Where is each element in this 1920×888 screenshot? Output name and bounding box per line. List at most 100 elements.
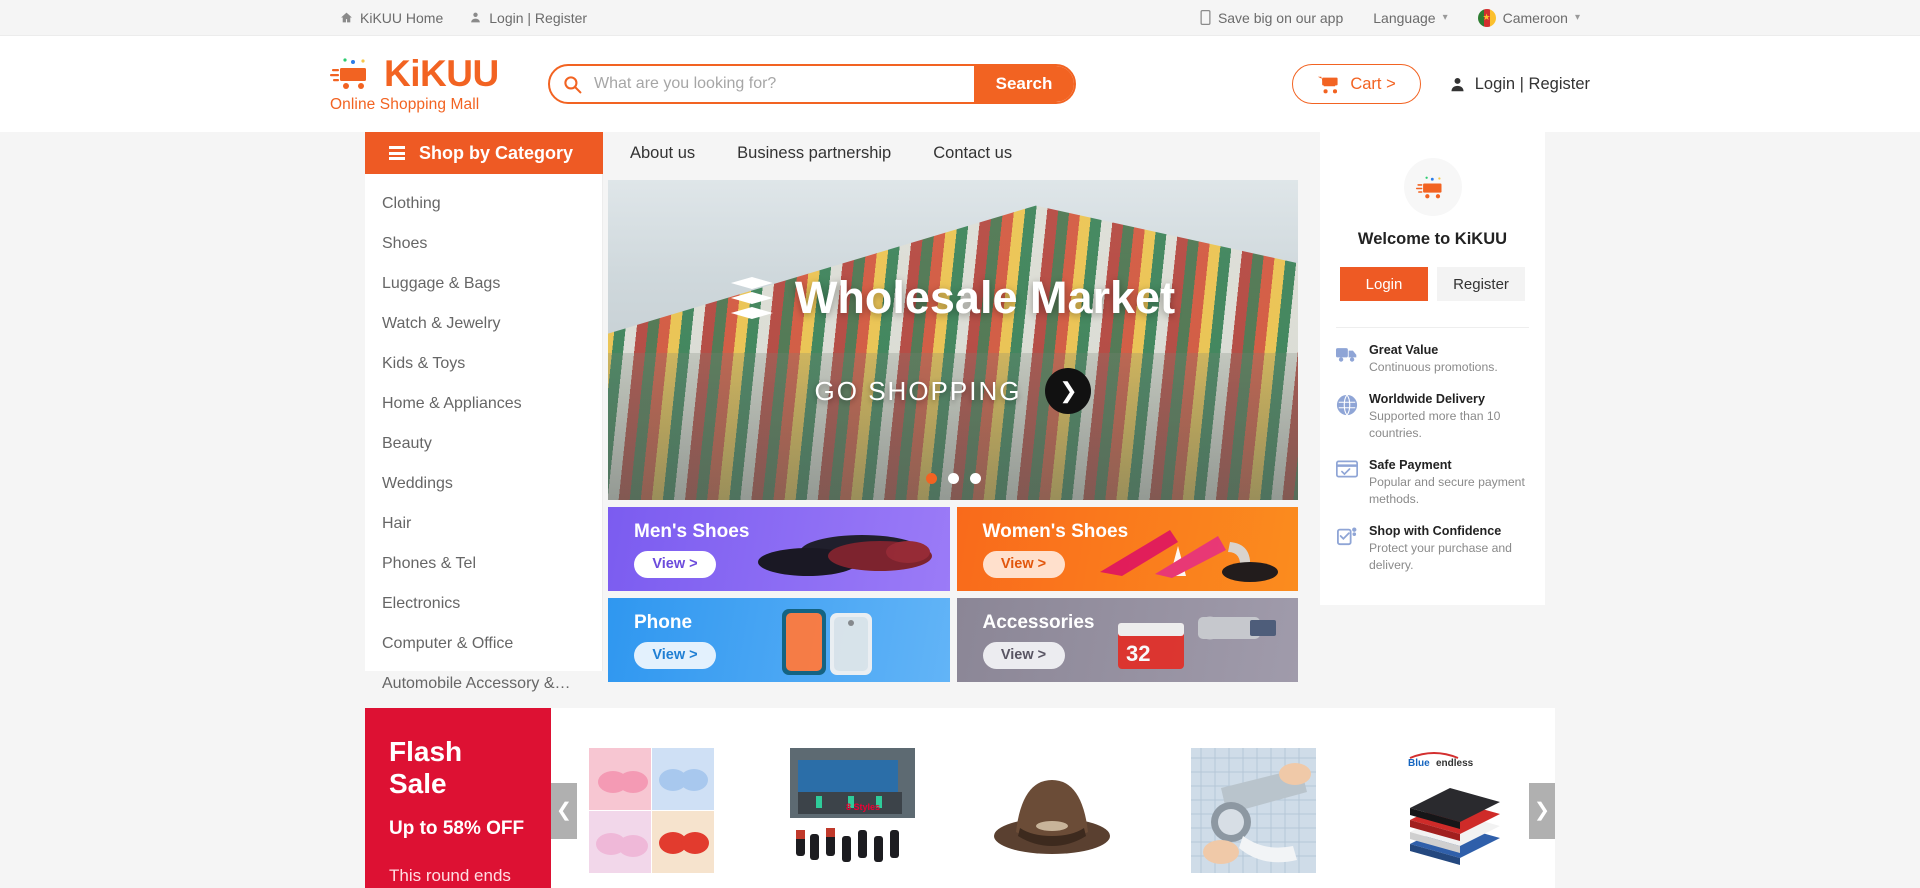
sidebar-item[interactable]: Automobile Accessory &… (365, 664, 602, 704)
sidebar-item[interactable]: Home & Appliances (365, 384, 602, 424)
search-bar: Search (548, 64, 1076, 104)
cart-button[interactable]: Cart > (1292, 64, 1421, 104)
search-input[interactable] (594, 66, 974, 102)
hero-cta[interactable]: GO SHOPPING ❯ (608, 368, 1298, 414)
category-sidebar: Shop by Category Clothing Shoes Luggage & … (365, 132, 603, 692)
promo-tile[interactable]: Phone View > (608, 598, 950, 682)
feature-description: Popular and secure payment methods. (1369, 475, 1525, 506)
card-icon (1336, 457, 1358, 483)
top-utility-bar: KiKUU Home Login | Register Save big on … (0, 0, 1920, 36)
hero-title-text: Wholesale Market (794, 272, 1176, 323)
feature-item: Great Value Continuous promotions. (1336, 342, 1529, 375)
product-image (1191, 748, 1317, 873)
promo-tile[interactable]: 32 Accessories View > (956, 598, 1298, 682)
user-icon (1451, 77, 1464, 91)
primary-nav: About us Business partnership Contact us (608, 132, 1298, 174)
promo-tile-image: 32 (1060, 603, 1290, 677)
feature-title: Worldwide Delivery (1369, 392, 1485, 407)
sidebar-item[interactable]: Phones & Tel (365, 544, 602, 584)
welcome-login-button[interactable]: Login (1340, 267, 1428, 301)
promo-tile-view-button[interactable]: View > (634, 550, 716, 578)
category-list: Clothing Shoes Luggage & Bags Watch & Jewel… (365, 174, 603, 692)
country-selector[interactable]: ★ Cameroon ▾ (1477, 8, 1580, 27)
promo-tiles: Men's Shoes View > Women's Shoes View > Phon… (608, 507, 1298, 682)
divider (1336, 327, 1529, 328)
flash-sale-section: Flash Sale Up to 58% OFF This round ends… (365, 708, 1555, 888)
flash-product-baby-shoes[interactable] (551, 731, 752, 888)
topbar-login-register-link[interactable]: Login | Register (469, 10, 587, 26)
feature-description: Supported more than 10 countries. (1369, 409, 1501, 440)
shield-device-icon (1336, 523, 1358, 551)
shop-by-category-label: Shop by Category (419, 142, 574, 163)
hero-title: Wholesale Market (608, 272, 1298, 324)
welcome-title: Welcome to KiKUU (1357, 230, 1508, 248)
country-label: Cameroon (1502, 9, 1568, 26)
nav-about-us[interactable]: About us (630, 144, 695, 163)
promo-tile[interactable]: Men's Shoes View > (608, 507, 950, 591)
hero-banner-carousel[interactable]: Wholesale Market GO SHOPPING ❯ (608, 180, 1298, 500)
feature-item: Worldwide Delivery Supported more than 10… (1336, 391, 1529, 441)
hero-next-arrow-icon[interactable]: ❯ (1045, 368, 1092, 414)
header-login-register[interactable]: Login | Register (1449, 75, 1590, 94)
sidebar-item[interactable]: Watch & Jewelry (365, 304, 602, 344)
list-menu-icon (389, 146, 405, 160)
shop-by-category-header[interactable]: Shop by Category (365, 132, 603, 174)
sidebar-item[interactable]: Kids & Toys (365, 344, 602, 384)
welcome-cart-logo (1403, 158, 1462, 216)
flash-carousel-next-icon[interactable]: ❯ (1529, 782, 1555, 839)
flash-product-external-hard-drive[interactable]: Blue endless (1354, 731, 1555, 888)
feature-item: Safe Payment Popular and secure payment m… (1336, 457, 1529, 507)
search-button[interactable]: Search (974, 66, 1074, 102)
flash-product-car-rear-spoiler[interactable]: 8 Styles (752, 731, 953, 888)
sidebar-item[interactable]: Luggage & Bags (365, 264, 602, 304)
product-image: 8 Styles (789, 748, 915, 873)
nav-contact-us[interactable]: Contact us (933, 144, 1012, 163)
promo-tile-image (712, 512, 942, 586)
main-column: About us Business partnership Contact us… (608, 132, 1298, 682)
promo-tile-view-button[interactable]: View > (982, 550, 1065, 578)
welcome-register-button[interactable]: Register (1437, 267, 1525, 301)
sidebar-item[interactable]: Beauty (365, 424, 602, 464)
promo-tile-view-button[interactable]: View > (634, 641, 716, 669)
hero-dot[interactable] (947, 473, 959, 484)
promo-tile[interactable]: Women's Shoes View > (956, 507, 1298, 591)
shopping-cart-icon (1415, 176, 1441, 199)
flash-carousel-prev-icon[interactable]: ❮ (551, 782, 577, 839)
site-logo[interactable]: KiKUU Online Shopping Mall (330, 55, 530, 114)
header-login-register-label: Login | Register (1474, 74, 1590, 93)
sidebar-item[interactable]: Computer & Office (365, 624, 602, 664)
shopping-cart-logo-icon (330, 58, 366, 89)
flash-product-cowboy-hat[interactable] (953, 731, 1154, 888)
cart-icon (1318, 76, 1338, 93)
sidebar-item[interactable]: Weddings (365, 464, 602, 504)
flash-product-mesh-repair-tape[interactable] (1153, 731, 1354, 888)
product-image (990, 748, 1115, 873)
hero-dot[interactable] (969, 473, 981, 484)
truck-icon (1336, 342, 1358, 368)
svg-text:32: 32 (1126, 641, 1150, 666)
topbar-app-link[interactable]: Save big on our app (1200, 10, 1343, 26)
topbar-login-register-label: Login | Register (489, 9, 588, 26)
feature-description: Continuous promotions. (1369, 360, 1498, 374)
language-label: Language (1373, 9, 1436, 26)
hero-dot[interactable] (925, 473, 937, 484)
promo-tile-image (712, 603, 942, 677)
sidebar-item[interactable]: Shoes (365, 224, 602, 264)
sidebar-item[interactable]: Electronics (365, 584, 602, 624)
promo-tile-image (1060, 512, 1290, 586)
layers-icon (730, 277, 773, 319)
feature-item: Shop with Confidence Protect your purchas… (1336, 523, 1529, 573)
topbar-home-link[interactable]: KiKUU Home (340, 10, 443, 26)
promo-tile-view-button[interactable]: View > (982, 641, 1065, 669)
cameroon-flag-icon: ★ (1477, 8, 1496, 27)
hero-cta-label: GO SHOPPING (814, 375, 1022, 406)
chevron-down-icon: ▾ (1442, 12, 1448, 23)
sidebar-item[interactable]: Hair (365, 504, 602, 544)
sidebar-item[interactable]: Clothing (365, 184, 602, 224)
flash-sale-countdown-label: This round ends in (389, 866, 511, 888)
home-icon (341, 12, 352, 23)
language-selector[interactable]: Language ▾ (1373, 10, 1447, 26)
svg-text:8 Styles: 8 Styles (846, 802, 880, 812)
nav-business-partnership[interactable]: Business partnership (737, 144, 891, 163)
site-header: KiKUU Online Shopping Mall Search Cart >… (0, 36, 1920, 132)
